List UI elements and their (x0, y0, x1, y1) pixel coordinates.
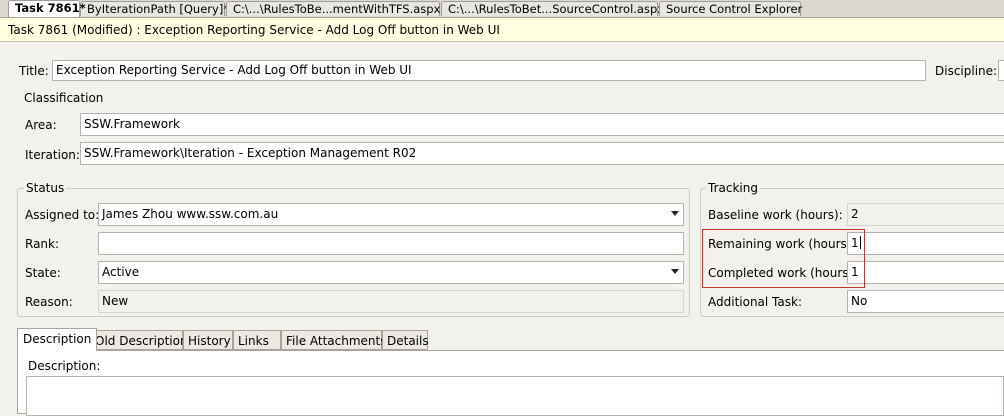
tab-history[interactable]: History (183, 330, 233, 350)
reason-field: New (98, 290, 684, 313)
tracking-heading: Tracking (706, 181, 760, 195)
title-label: Title: (19, 64, 49, 78)
tab-old-description[interactable]: Old Description (90, 330, 188, 350)
discipline-label: Discipline: (935, 64, 998, 78)
iteration-label: Iteration: (25, 148, 80, 162)
additional-task-label: Additional Task: (708, 295, 802, 309)
iteration-field[interactable]: SSW.Framework\Iteration - Exception Mana… (80, 142, 1004, 165)
discipline-field[interactable] (998, 60, 1004, 81)
completed-work-field[interactable]: 1 (847, 261, 1004, 284)
state-value: Active (102, 265, 140, 279)
tab-file-attachments[interactable]: File Attachments (281, 330, 387, 350)
doc-tab-query[interactable]: ByIterationPath [Query]* (80, 1, 229, 16)
doc-tab-rules-tfs[interactable]: C:\...\RulesToBe...mentWithTFS.aspx* (226, 1, 446, 16)
tab-description[interactable]: Description (17, 328, 98, 351)
baseline-work-label: Baseline work (hours): (708, 208, 843, 222)
assigned-to-label: Assigned to: (25, 208, 100, 222)
highlight-box (702, 229, 865, 288)
work-item-header-title: Task 7861 (Modified) : Exception Reporti… (8, 23, 500, 37)
chevron-down-icon[interactable] (671, 211, 679, 216)
area-label: Area: (25, 118, 57, 132)
assigned-to-value: James Zhou www.ssw.com.au (102, 207, 279, 221)
rank-label: Rank: (25, 237, 60, 251)
status-heading: Status (24, 181, 67, 195)
assigned-to-dropdown[interactable]: James Zhou www.ssw.com.au (98, 203, 684, 226)
tab-links[interactable]: Links (233, 330, 281, 350)
remaining-work-field[interactable]: 1 (847, 232, 1004, 255)
work-item-header: Task 7861 (Modified) : Exception Reporti… (0, 18, 1004, 42)
baseline-work-field: 2 (847, 203, 1004, 226)
document-tab-strip: Task 7861* ByIterationPath [Query]* C:\.… (0, 0, 1004, 18)
doc-tab-source-control-explorer[interactable]: Source Control Explorer (659, 1, 802, 16)
rank-field[interactable] (98, 232, 684, 255)
classification-heading: Classification (24, 91, 104, 105)
state-dropdown[interactable]: Active (98, 261, 684, 284)
reason-label: Reason: (25, 295, 73, 309)
chevron-down-icon[interactable] (671, 269, 679, 274)
doc-tab-rules-source-control[interactable]: C:\...\RulesToBet...SourceControl.aspx (441, 1, 664, 16)
description-editor[interactable] (26, 376, 1004, 416)
title-field[interactable]: Exception Reporting Service - Add Log Of… (52, 60, 926, 81)
tab-details[interactable]: Details (382, 330, 429, 350)
state-label: State: (25, 266, 61, 280)
description-label: Description: (28, 359, 101, 373)
additional-task-field[interactable]: No (847, 290, 1004, 313)
area-field[interactable]: SSW.Framework (80, 113, 1004, 136)
doc-tab-task-7861[interactable]: Task 7861* (8, 0, 86, 17)
